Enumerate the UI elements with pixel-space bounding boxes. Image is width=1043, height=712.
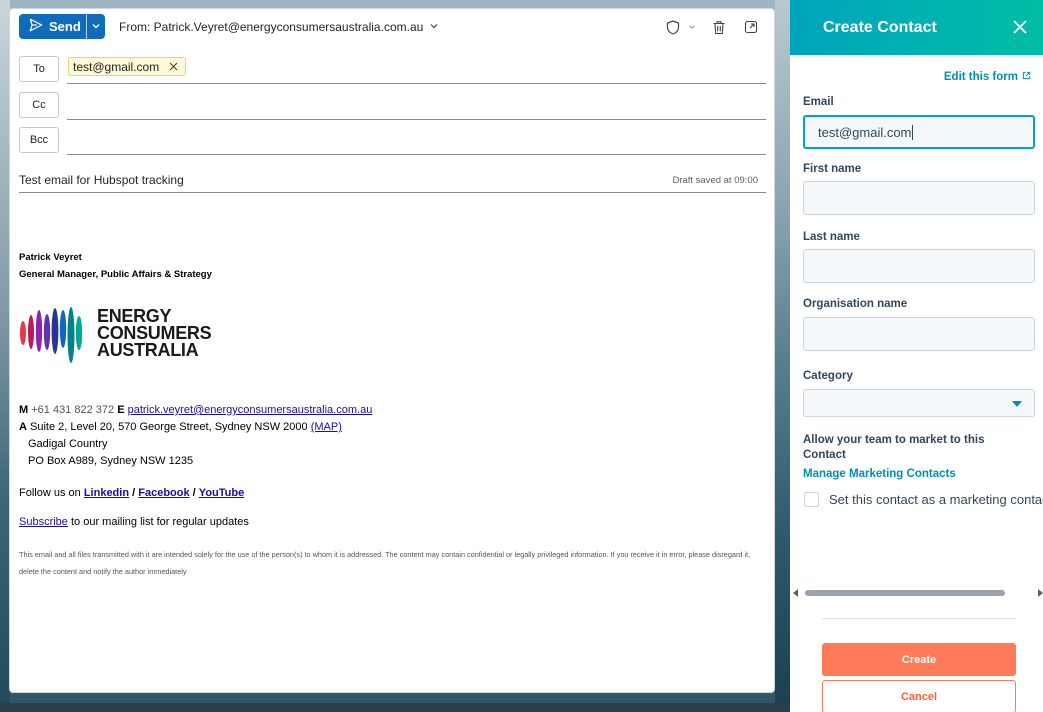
create-button[interactable]: Create [822,643,1016,676]
scroll-left-icon[interactable] [793,589,798,597]
last-name-input[interactable] [803,249,1035,283]
recipient-chip[interactable]: test@gmail.com [68,57,187,76]
sensitivity-menu[interactable] [664,18,696,36]
pop-out-icon[interactable] [742,18,760,36]
scrollbar-thumb[interactable] [805,590,1005,596]
to-button[interactable]: To [19,56,59,82]
subject-text: Test email for Hubspot tracking [19,173,184,187]
email-value: test@gmail.com [818,124,912,140]
panel-title: Create Contact [823,18,937,36]
email-body-signature[interactable]: Patrick Veyret General Manager, Public A… [19,249,766,580]
facebook-link[interactable]: Facebook [138,487,189,499]
subscribe-text: to our mailing list for regular updates [70,516,249,528]
create-contact-panel: Create Contact Edit this form Email test… [790,0,1043,712]
shield-icon [664,18,682,36]
from-selector[interactable]: From: Patrick.Veyret@energyconsumersaust… [119,20,439,34]
mobile-number: +61 431 822 372 [31,404,115,416]
address-text: Suite 2, Level 20, 570 George Street, Sy… [30,421,308,433]
trash-icon[interactable] [710,18,728,36]
marketing-contact-checkbox[interactable] [804,492,819,507]
po-box-text: PO Box A989, Sydney NSW 1235 [28,455,194,467]
first-name-label: First name [803,163,862,175]
category-label: Category [803,370,853,382]
contact-details: M +61 431 822 372 E patrick.veyret@energ… [19,402,766,470]
email-input[interactable]: test@gmail.com [803,115,1035,149]
disclaimer-text: This email and all files transmitted wit… [19,550,751,576]
recipient-email: test@gmail.com [73,59,160,74]
bcc-row[interactable]: Bcc [19,127,766,155]
follow-us-line: Follow us on Linkedin / Facebook / YouTu… [19,487,766,499]
cancel-button[interactable]: Cancel [822,680,1016,712]
taskbar-strip [0,703,790,712]
footer-divider [822,618,1016,619]
email-label: E [117,404,125,416]
organisation-name-label: Organisation name [803,298,908,310]
mobile-label: M [19,404,29,416]
bcc-button[interactable]: Bcc [19,127,59,153]
category-select[interactable] [803,389,1035,417]
close-icon[interactable] [1011,18,1029,36]
subject-underline [19,192,766,193]
address-label: A [19,421,27,433]
scroll-right-icon[interactable] [1038,589,1043,597]
send-separator [86,14,87,39]
logo-line-australia: AUSTRALIA [97,340,199,360]
country-text: Gadigal Country [28,438,108,450]
to-row: To test@gmail.com [19,56,766,84]
bcc-underline [67,154,766,155]
signature-name: Patrick Veyret [19,252,82,263]
marketing-permission-text: Allow your team to market to this Contac… [803,434,985,461]
eca-logo: ENERGY CONSUMERS AUSTRALIA [19,299,766,371]
marketing-contact-checkbox-row[interactable]: Set this contact as a marketing contact [804,492,1043,507]
subscribe-link[interactable]: Subscribe [19,516,68,528]
subject-field[interactable]: Test email for Hubspot tracking Draft sa… [19,169,766,193]
toolbar-actions [664,18,760,36]
signature-email-link[interactable]: patrick.veyret@energyconsumersaustralia.… [128,404,373,416]
send-icon [29,18,43,35]
edit-form-label: Edit this form [943,71,1018,83]
text-caret [912,124,914,140]
youtube-link[interactable]: YouTube [199,487,244,499]
from-address: From: Patrick.Veyret@energyconsumersaust… [119,20,424,34]
cc-row[interactable]: Cc [19,92,766,120]
cc-button[interactable]: Cc [19,92,59,118]
email-label: Email [803,96,834,108]
chevron-down-icon [429,20,439,34]
cc-underline [67,119,766,120]
first-name-input[interactable] [803,181,1035,215]
organisation-name-input[interactable] [803,317,1035,351]
separator: / [192,487,196,499]
edit-form-link[interactable]: Edit this form [944,71,1031,83]
marketing-contact-label: Set this contact as a marketing contact [829,492,1043,507]
subscribe-line: Subscribe to our mailing list for regula… [19,516,766,528]
send-options-button[interactable] [87,14,105,39]
close-icon[interactable] [169,60,178,74]
manage-marketing-contacts-link[interactable]: Manage Marketing Contacts [803,468,956,480]
compose-toolbar: Send From: Patrick.Veyret@energyconsumer… [10,9,774,47]
email-compose-window: Send From: Patrick.Veyret@energyconsumer… [9,8,775,693]
to-underline [67,83,766,84]
send-button-group: Send [19,14,105,39]
chevron-down-icon [91,18,101,36]
panel-header: Create Contact [790,0,1043,55]
background-scenery-middle [775,0,791,712]
signature-title: General Manager, Public Affairs & Strate… [19,269,212,280]
chevron-down-icon [688,18,696,36]
linkedin-link[interactable]: Linkedin [84,487,129,499]
eca-logo-mark [20,307,83,363]
send-button[interactable]: Send [19,14,86,39]
last-name-label: Last name [803,231,860,243]
send-label: Send [49,19,81,34]
caret-down-icon [1012,401,1022,407]
draft-status: Draft saved at 09:00 [672,175,758,186]
eca-logo-text: ENERGY CONSUMERS AUSTRALIA [97,307,212,360]
external-link-icon [1022,71,1031,83]
horizontal-scrollbar[interactable] [790,586,1043,600]
map-link[interactable]: (MAP) [311,421,342,433]
separator: / [132,487,136,499]
follow-prefix: Follow us on [19,487,81,499]
